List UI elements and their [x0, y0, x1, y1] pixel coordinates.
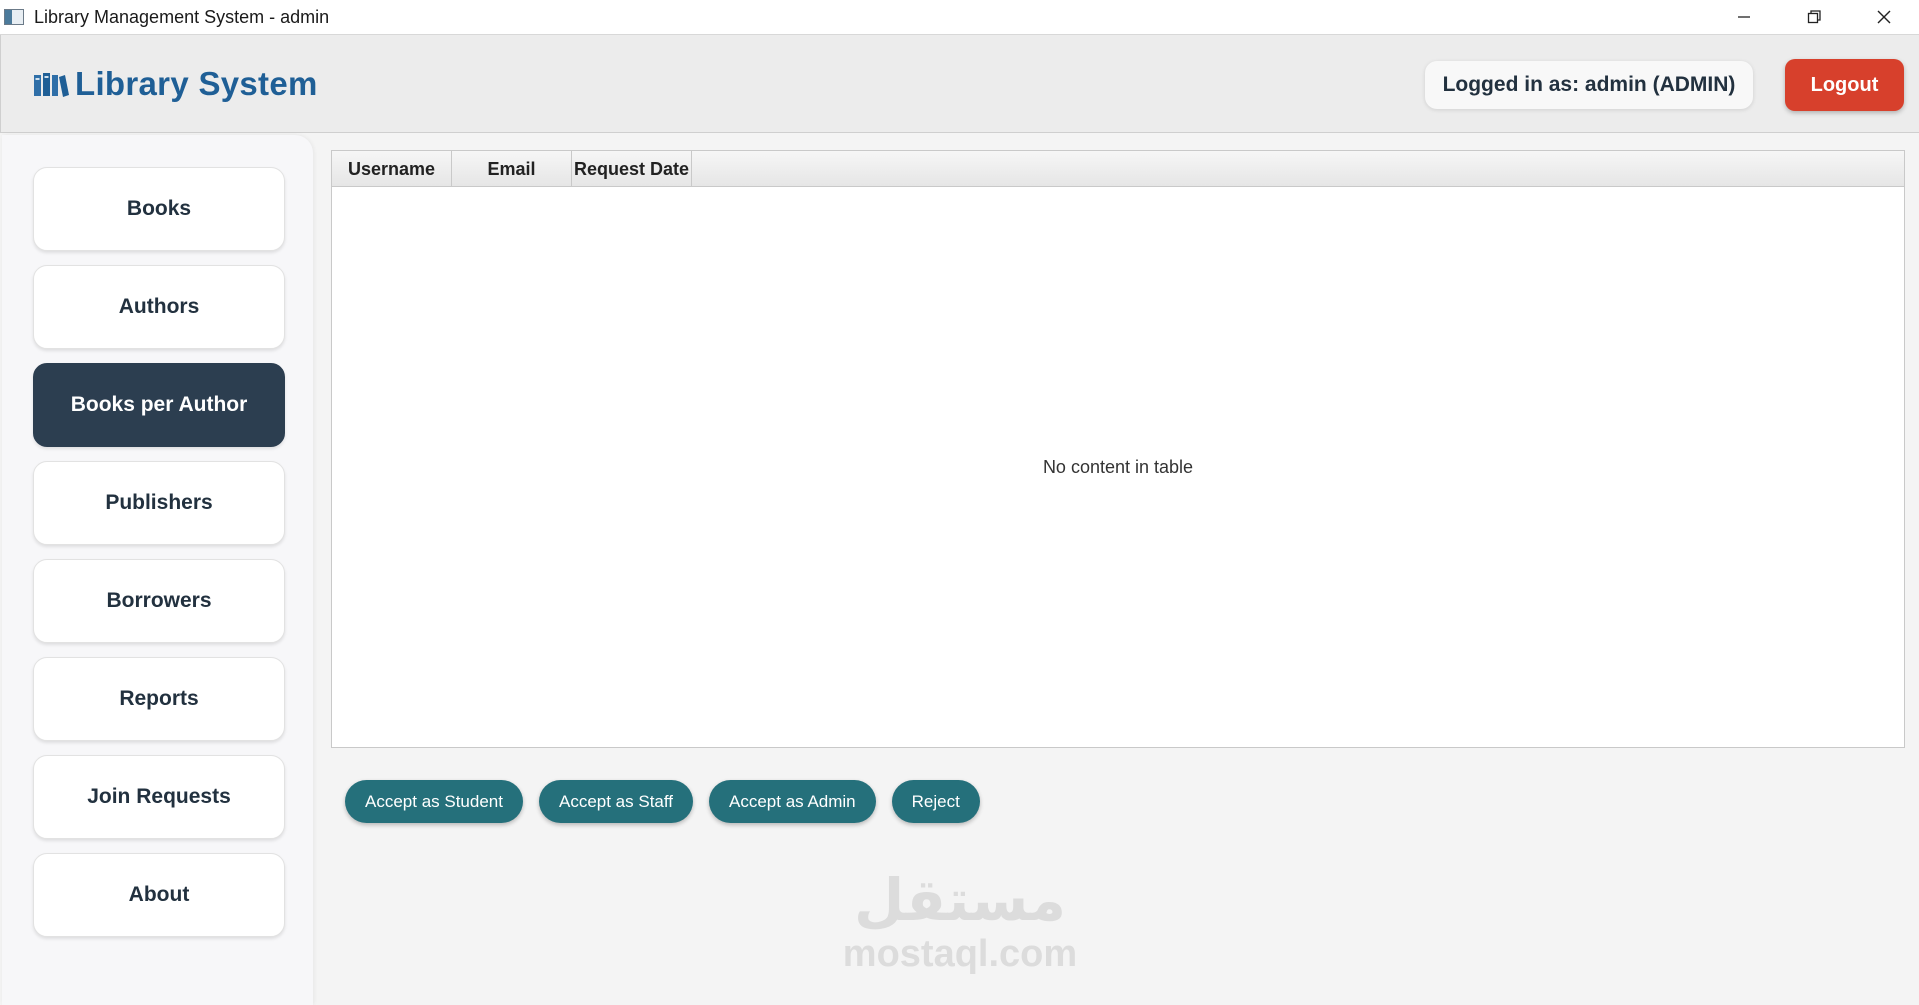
restore-icon[interactable] — [1779, 0, 1849, 35]
sidebar-item-borrowers[interactable]: Borrowers — [33, 559, 285, 643]
sidebar-item-books-per-author[interactable]: Books per Author — [33, 363, 285, 447]
accept-as-admin-button[interactable]: Accept as Admin — [709, 780, 876, 823]
sidebar: Books Authors Books per Author Publisher… — [2, 135, 313, 1005]
logout-button[interactable]: Logout — [1785, 59, 1904, 111]
app-window-icon — [4, 9, 24, 25]
logged-in-user-badge: Logged in as: admin (ADMIN) — [1425, 61, 1753, 109]
watermark-latin: mostaql.com — [842, 933, 1078, 975]
window-titlebar: Library Management System - admin — [0, 0, 1919, 35]
table-header: Username Email Request Date — [332, 151, 1904, 187]
brand-title: Library System — [75, 65, 318, 102]
window-controls — [1709, 0, 1919, 35]
sidebar-item-join-requests[interactable]: Join Requests — [33, 755, 285, 839]
watermark-arabic: مستقل — [853, 868, 1067, 933]
sidebar-item-publishers[interactable]: Publishers — [33, 461, 285, 545]
accept-as-staff-button[interactable]: Accept as Staff — [538, 780, 694, 823]
accept-as-student-button[interactable]: Accept as Student — [345, 780, 523, 823]
sidebar-item-about[interactable]: About — [33, 853, 285, 937]
sidebar-item-books[interactable]: Books — [33, 167, 285, 251]
watermark: مستقل mostaql.com — [842, 868, 1078, 974]
column-header-username[interactable]: Username — [332, 151, 452, 187]
sidebar-item-reports[interactable]: Reports — [33, 657, 285, 741]
reject-button[interactable]: Reject — [891, 780, 980, 823]
sidebar-item-authors[interactable]: Authors — [33, 265, 285, 349]
join-requests-table[interactable]: Username Email Request Date No content i… — [331, 150, 1905, 748]
request-actions: Accept as Student Accept as Staff Accept… — [345, 780, 980, 823]
window-title: Library Management System - admin — [34, 6, 330, 27]
app-header: Library System Logged in as: admin (ADMI… — [0, 35, 1919, 133]
column-header-email[interactable]: Email — [452, 151, 572, 187]
table-empty-message: No content in table — [1042, 456, 1194, 477]
close-icon[interactable] — [1849, 0, 1919, 35]
brand: Library System — [33, 65, 318, 103]
column-header-request-date[interactable]: Request Date — [572, 151, 692, 187]
books-icon — [34, 73, 69, 97]
minimize-icon[interactable] — [1709, 0, 1779, 35]
